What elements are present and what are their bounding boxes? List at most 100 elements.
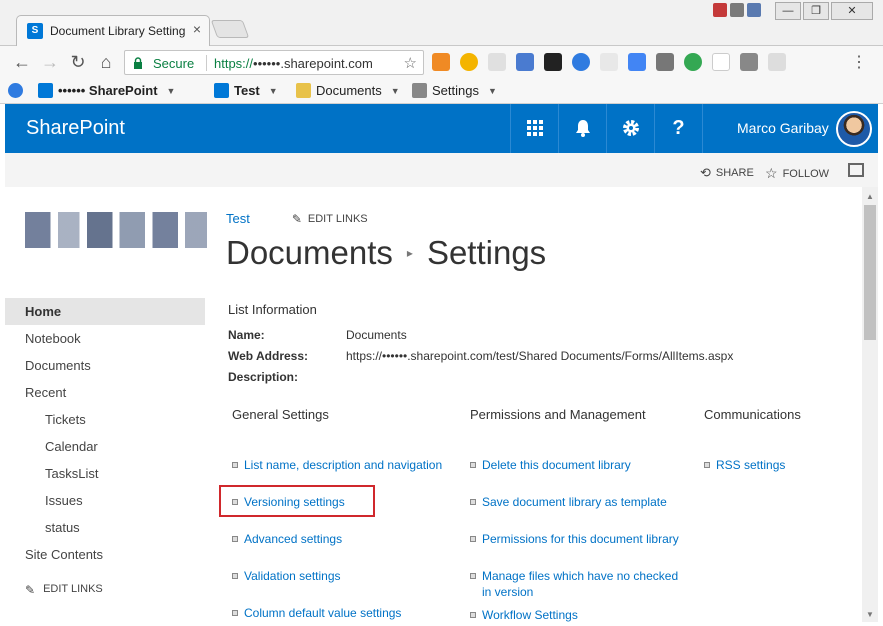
page-title-documents[interactable]: Documents: [226, 234, 393, 272]
extension-icons: [432, 53, 786, 71]
link-validation-settings[interactable]: Validation settings: [232, 568, 341, 584]
edit-links-label: EDIT LINKS: [307, 212, 368, 225]
info-value: https://••••••.sharepoint.com/test/Share…: [346, 348, 734, 363]
profile-icons: [713, 3, 763, 19]
browser-tab[interactable]: S Document Library Setting ×: [16, 15, 210, 46]
permissions-column: Permissions and Management Delete this d…: [470, 407, 679, 622]
reload-icon[interactable]: ↻: [68, 52, 88, 72]
bookmark-test[interactable]: Test ▼: [214, 83, 278, 98]
scroll-thumb[interactable]: [864, 205, 876, 340]
page-title-settings: Settings: [426, 234, 547, 271]
link-manage-unchecked-files[interactable]: Manage files which have no checked in ve…: [470, 568, 685, 600]
extension-search-icon[interactable]: [488, 53, 506, 71]
extension-translate-icon[interactable]: [628, 53, 646, 71]
ql-item-tickets[interactable]: Tickets: [5, 406, 205, 433]
profile-icon-2[interactable]: [730, 3, 744, 17]
info-label: Web Address:: [228, 348, 309, 363]
topnav-link-test[interactable]: Test: [226, 211, 250, 226]
secure-label: Secure: [153, 56, 195, 71]
browser-menu-icon[interactable]: ⋮: [851, 52, 867, 72]
extension-circle-icon[interactable]: [460, 53, 478, 71]
scroll-down-icon[interactable]: ▼: [866, 610, 874, 619]
versioning-highlight-box: [219, 485, 375, 517]
profile-icon-1[interactable]: [713, 3, 727, 17]
sharepoint-favicon-icon: S: [27, 23, 43, 39]
topnav-edit-links[interactable]: ✎ EDIT LINKS: [292, 212, 368, 226]
link-rss-settings[interactable]: RSS settings: [704, 457, 785, 473]
scroll-up-icon[interactable]: ▲: [866, 192, 874, 201]
bookmark-company-sharepoint[interactable]: •••••• SharePoint ▼: [38, 83, 175, 98]
bookmark-f-icon[interactable]: [8, 83, 23, 98]
page-scrollbar[interactable]: ▲ ▼: [862, 187, 878, 622]
ql-item-notebook[interactable]: Notebook: [5, 325, 205, 352]
focus-mode-icon[interactable]: [848, 163, 864, 177]
bookmark-label: Documents: [316, 83, 382, 98]
home-icon[interactable]: ⌂: [96, 52, 116, 72]
link-column-default-value-settings[interactable]: Column default value settings: [232, 605, 401, 621]
extension-chart-icon[interactable]: [432, 53, 450, 71]
back-arrow-icon[interactable]: ←: [12, 52, 32, 72]
restore-button[interactable]: ❐: [803, 2, 829, 20]
ql-item-taskslist[interactable]: TasksList: [5, 460, 205, 487]
link-list-name-description-navigation[interactable]: List name, description and navigation: [232, 457, 442, 473]
sharepoint-icon: [214, 83, 229, 98]
ql-edit-links[interactable]: ✎ EDIT LINKS: [25, 583, 103, 597]
link-label: Manage files which have no checked in ve…: [482, 569, 679, 599]
bullet-icon: [470, 612, 476, 618]
bell-icon[interactable]: [558, 104, 606, 153]
communications-column: Communications RSS settings: [704, 407, 801, 472]
new-tab-button[interactable]: [210, 20, 250, 38]
tab-close-icon[interactable]: ×: [193, 21, 201, 37]
link-library-permissions[interactable]: Permissions for this document library: [470, 531, 679, 547]
extension-s-icon[interactable]: [656, 53, 674, 71]
bookmark-label: Settings: [432, 83, 479, 98]
ql-item-documents[interactable]: Documents: [5, 352, 205, 379]
ql-item-issues[interactable]: Issues: [5, 487, 205, 514]
link-label: List name, description and navigation: [244, 458, 443, 472]
ql-item-calendar[interactable]: Calendar: [5, 433, 205, 460]
share-button[interactable]: ⟲ SHARE: [700, 165, 754, 181]
link-advanced-settings[interactable]: Advanced settings: [232, 531, 342, 547]
site-logo[interactable]: [25, 212, 207, 248]
follow-button[interactable]: ☆ FOLLOW: [765, 165, 829, 182]
extension-screen-icon[interactable]: [768, 53, 786, 71]
info-row-web-address: Web Address: https://••••••.sharepoint.c…: [228, 345, 848, 366]
address-bar[interactable]: Secure https://••••••.sharepoint.com ☆: [124, 50, 424, 75]
dropdown-caret-icon: ▼: [268, 85, 278, 96]
bullet-icon: [232, 462, 238, 468]
forward-arrow-icon[interactable]: →: [40, 52, 60, 72]
app-launcher-icon[interactable]: [510, 104, 558, 153]
bookmarks-bar: •••••• SharePoint ▼ Test ▼ Documents ▼ S…: [0, 78, 883, 104]
link-label: Column default value settings: [244, 606, 402, 620]
link-workflow-settings[interactable]: Workflow Settings: [470, 607, 578, 622]
extension-dark-icon[interactable]: [544, 53, 562, 71]
ql-item-recent[interactable]: Recent: [5, 379, 205, 406]
bookmark-star-icon[interactable]: ☆: [404, 54, 417, 72]
gear-icon[interactable]: [606, 104, 654, 153]
sharepoint-brand[interactable]: SharePoint: [26, 117, 125, 140]
extension-f-icon[interactable]: [572, 53, 590, 71]
bookmark-settings[interactable]: Settings ▼: [412, 83, 497, 98]
list-information-header: List Information: [228, 302, 317, 317]
extension-code-icon[interactable]: [516, 53, 534, 71]
minimize-button[interactable]: —: [775, 2, 801, 20]
profile-icon-3[interactable]: [747, 3, 761, 17]
ql-item-home[interactable]: Home: [5, 298, 205, 325]
share-icon: ⟲: [700, 165, 711, 180]
edit-links-label: EDIT LINKS: [43, 583, 103, 595]
link-delete-library[interactable]: Delete this document library: [470, 457, 631, 473]
ql-item-status[interactable]: status: [5, 514, 205, 541]
bookmark-documents[interactable]: Documents ▼: [296, 83, 400, 98]
link-save-as-template[interactable]: Save document library as template: [470, 494, 667, 510]
extension-check-icon[interactable]: [740, 53, 758, 71]
suite-bar: SharePoint ? Marco Garibay: [5, 104, 878, 153]
close-window-button[interactable]: ✕: [831, 2, 873, 20]
ql-item-site-contents[interactable]: Site Contents: [5, 541, 205, 568]
user-menu[interactable]: Marco Garibay: [702, 104, 878, 153]
extension-drive-icon[interactable]: [684, 53, 702, 71]
pencil-icon: ✎: [25, 583, 36, 597]
extension-zoom-icon[interactable]: [600, 53, 618, 71]
extension-w-icon[interactable]: [712, 53, 730, 71]
help-icon[interactable]: ?: [654, 104, 702, 153]
url-text[interactable]: https://••••••.sharepoint.com: [214, 56, 373, 71]
